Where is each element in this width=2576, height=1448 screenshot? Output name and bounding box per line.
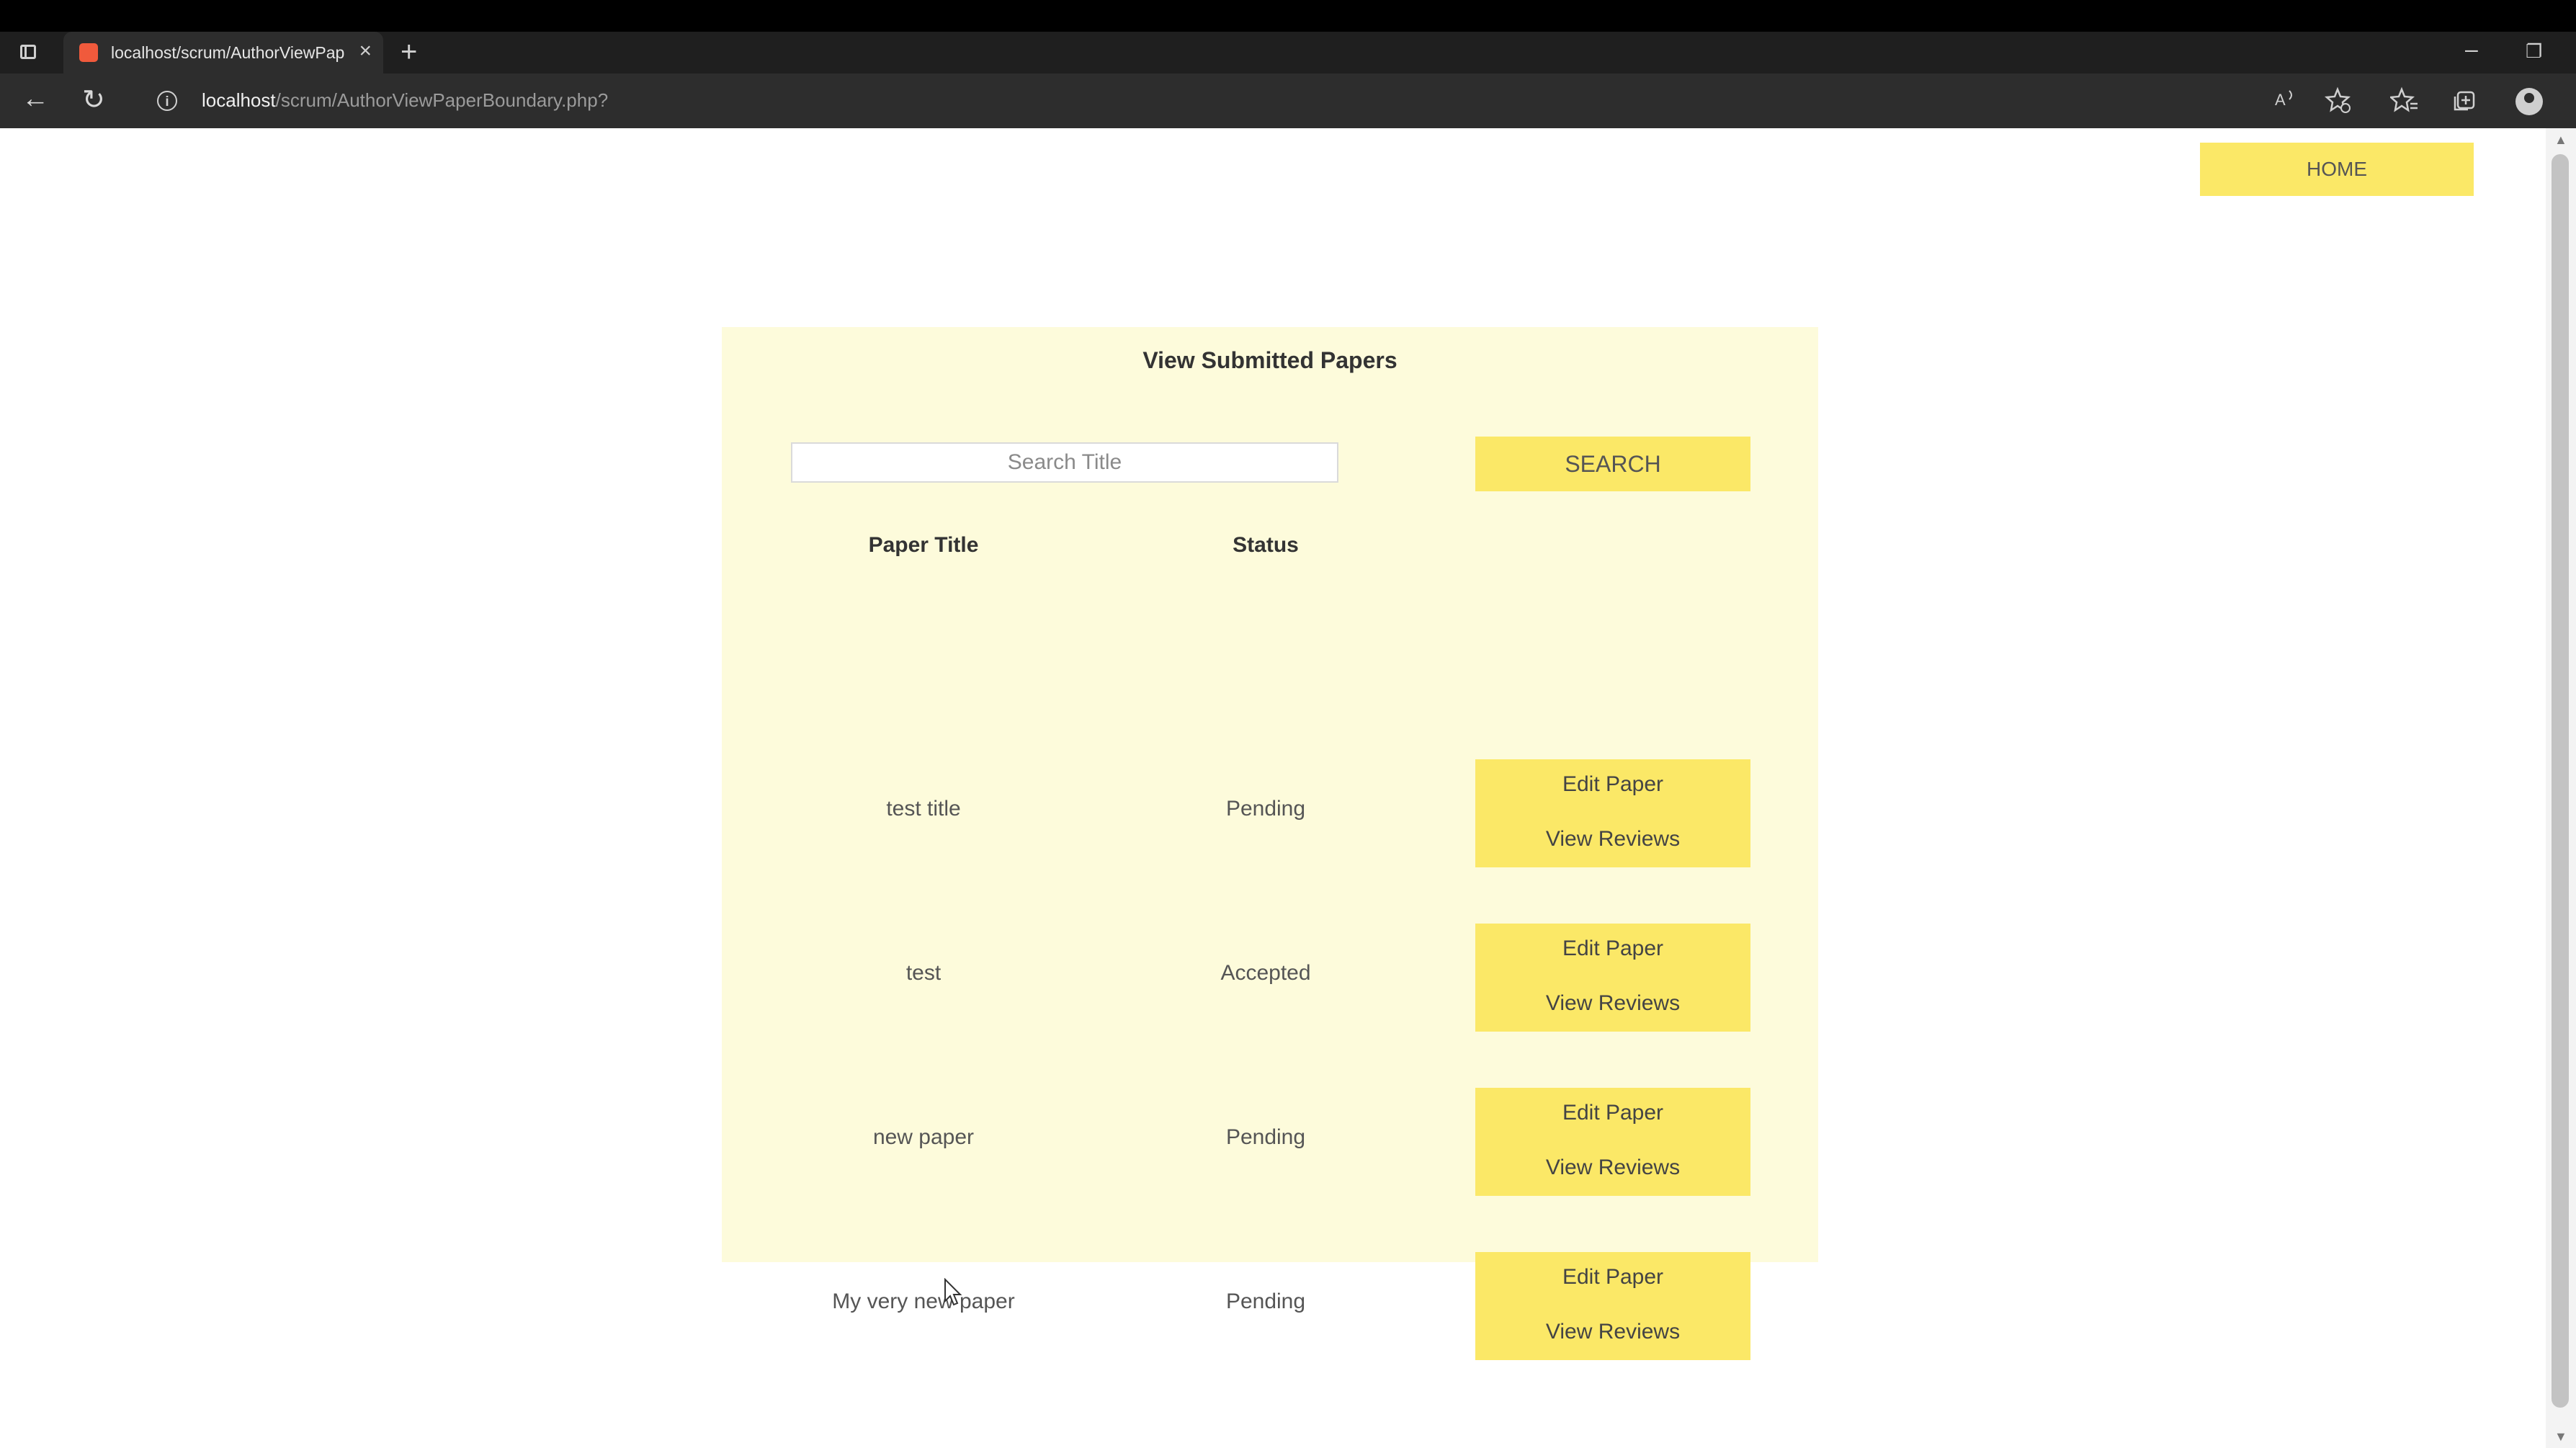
view-reviews-button[interactable]: View Reviews — [1475, 827, 1750, 852]
url-field[interactable]: localhost/scrum/AuthorViewPaperBoundary.… — [202, 89, 608, 112]
browser-tab[interactable]: localhost/scrum/AuthorViewPaperBoundary.… — [63, 32, 383, 73]
url-path: /scrum/AuthorViewPaperBoundary.php? — [275, 89, 609, 111]
url-host: localhost — [202, 89, 276, 111]
edit-paper-button[interactable]: Edit Paper — [1475, 772, 1750, 797]
view-reviews-button[interactable]: View Reviews — [1475, 991, 1750, 1016]
row-actions: Edit Paper View Reviews — [1475, 759, 1750, 867]
view-reviews-button[interactable]: View Reviews — [1475, 1320, 1750, 1344]
table-row: test Accepted Edit Paper View Reviews — [722, 924, 1818, 1032]
favicon-icon — [79, 43, 98, 62]
favorites-icon[interactable] — [2390, 86, 2419, 114]
home-button[interactable]: HOME — [2200, 143, 2474, 196]
edit-paper-button[interactable]: Edit Paper — [1475, 937, 1750, 961]
column-header-status: Status — [1233, 533, 1299, 557]
svg-text:A: A — [2275, 91, 2286, 109]
paper-title-cell: new paper — [872, 1125, 975, 1149]
page-title: View Submitted Papers — [1142, 347, 1397, 373]
search-input[interactable] — [791, 442, 1338, 483]
collections-icon[interactable] — [2452, 86, 2479, 114]
vertical-scrollbar[interactable]: ▲ ▼ — [2546, 128, 2576, 1448]
status-cell: Pending — [1225, 1125, 1306, 1149]
status-cell: Accepted — [1220, 961, 1311, 985]
search-button[interactable]: SEARCH — [1475, 437, 1750, 491]
profile-icon[interactable] — [2515, 88, 2543, 115]
tab-title: localhost/scrum/AuthorViewPaperBoundary.… — [111, 43, 344, 62]
row-actions: Edit Paper View Reviews — [1475, 1252, 1750, 1360]
edit-paper-button[interactable]: Edit Paper — [1475, 1101, 1750, 1125]
edit-paper-button[interactable]: Edit Paper — [1475, 1265, 1750, 1290]
paper-title-cell: My very new paper — [832, 1290, 1015, 1313]
submitted-papers-panel: View Submitted Papers SEARCH Paper Title… — [722, 327, 1818, 1360]
tab-bar — [0, 32, 2576, 73]
add-favorite-icon[interactable] — [2324, 86, 2351, 114]
table-row: new paper Pending Edit Paper View Review… — [722, 1088, 1818, 1196]
scrollbar-thumb[interactable] — [2552, 154, 2569, 1408]
scroll-up-arrow-icon[interactable]: ▲ — [2554, 133, 2567, 148]
page-viewport: HOME View Submitted Papers SEARCH Paper … — [0, 128, 2576, 1448]
scroll-down-arrow-icon[interactable]: ▼ — [2554, 1429, 2567, 1444]
tab-actions-icon[interactable] — [20, 45, 36, 59]
table-row: test title Pending Edit Paper View Revie… — [722, 759, 1818, 867]
paper-title-cell: test title — [886, 797, 961, 821]
mouse-cursor-icon — [944, 1278, 962, 1306]
window-top-strip — [0, 0, 2576, 32]
back-icon[interactable]: ← — [22, 84, 49, 115]
paper-title-cell: test — [905, 961, 942, 985]
read-aloud-icon[interactable]: A — [2272, 86, 2298, 112]
reload-icon[interactable]: ↻ — [82, 84, 105, 116]
plus-icon[interactable]: + — [401, 36, 417, 68]
restore-icon[interactable]: ❐ — [2526, 40, 2542, 63]
row-actions: Edit Paper View Reviews — [1475, 1088, 1750, 1196]
status-cell: Pending — [1225, 797, 1306, 821]
view-reviews-button[interactable]: View Reviews — [1475, 1156, 1750, 1180]
status-cell: Pending — [1225, 1290, 1306, 1313]
info-icon[interactable]: i — [157, 91, 177, 111]
row-actions: Edit Paper View Reviews — [1475, 924, 1750, 1032]
column-header-paper-title: Paper Title — [868, 533, 979, 557]
close-icon[interactable]: × — [359, 39, 372, 63]
table-row: My very new paper Pending Edit Paper Vie… — [722, 1252, 1818, 1360]
minimize-icon[interactable]: – — [2465, 36, 2478, 63]
